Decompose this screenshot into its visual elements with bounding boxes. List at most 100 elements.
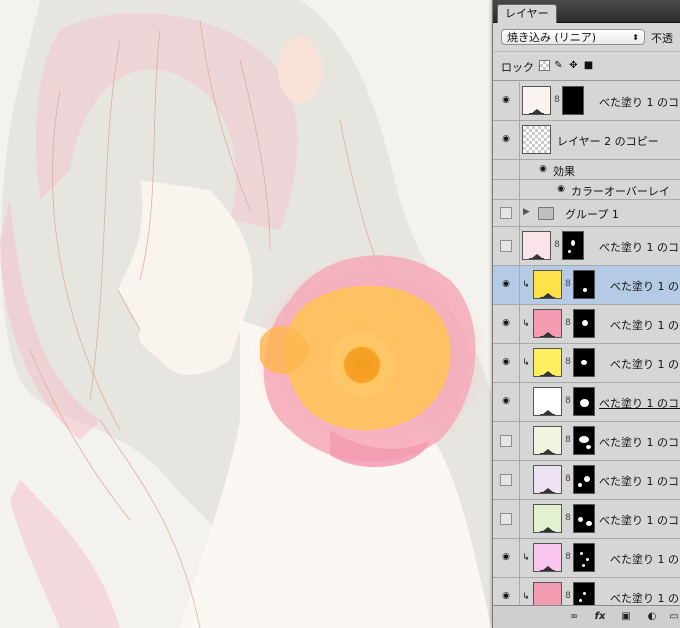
effects-label: 効果 (553, 165, 575, 178)
link-icon[interactable]: 8 (565, 357, 571, 368)
link-icon[interactable]: 8 (565, 435, 571, 446)
layer-row[interactable]: ◉ ↳ 8 べた塗り 1 のコ (493, 344, 680, 383)
visibility-cell[interactable]: ◉ (493, 539, 520, 577)
lock-move-icon[interactable]: ✥ (568, 60, 579, 71)
mask-thumbnail (562, 231, 584, 260)
layer-name: べた塗り 1 のコピ (599, 96, 680, 109)
layer-row[interactable]: ◉ 8 べた塗り 1 のコト (493, 383, 680, 422)
pixel-thumbnail (522, 125, 551, 154)
layer-name: べた塗り 1 のコ (610, 553, 680, 566)
visibility-cell[interactable] (493, 461, 520, 499)
blend-mode-select[interactable]: 焼き込み (リニア) ⬍ (501, 29, 645, 45)
lock-row: ロック : ✎ ✥ ■ (493, 52, 680, 81)
fill-thumbnail (533, 387, 562, 416)
effects-row[interactable]: ◉ 効果 (493, 160, 680, 180)
link-icon[interactable]: 8 (565, 279, 571, 290)
fill-thumbnail (533, 465, 562, 494)
layer-list: ◉ 8 べた塗り 1 のコピ ◉ レイヤー 2 のコピー ◉ 効果 ◉ カラーオ… (493, 82, 680, 617)
visibility-cell[interactable]: ◉ (493, 82, 520, 120)
layer-row[interactable]: 8 べた塗り 1 のコト (493, 500, 680, 539)
visibility-cell[interactable]: ◉ (493, 344, 520, 382)
eye-icon[interactable]: ◉ (500, 358, 512, 367)
clip-arrow-icon: ↳ (522, 319, 530, 329)
mask-thumbnail (573, 309, 595, 338)
clip-arrow-icon: ↳ (522, 358, 530, 368)
link-icon[interactable]: 8 (565, 513, 571, 524)
fill-thumbnail (533, 504, 562, 533)
fill-thumbnail (522, 231, 551, 260)
hidden-box[interactable] (500, 240, 512, 252)
blend-mode-value: 焼き込み (リニア) (507, 31, 597, 44)
mask-thumbnail (573, 348, 595, 377)
new-group-icon[interactable]: ▭ (667, 610, 680, 623)
opacity-label: 不透 (651, 32, 673, 45)
eye-icon[interactable]: ◉ (500, 553, 512, 562)
updown-arrow-icon: ⬍ (632, 33, 639, 42)
tab-layers[interactable]: レイヤー (497, 4, 557, 23)
group-row[interactable]: ▶ グループ 1 (493, 200, 680, 227)
visibility-cell[interactable]: ◉ (493, 305, 520, 343)
layer-name: べた塗り 1 のコ (610, 592, 680, 605)
adjustment-layer-icon[interactable]: ◐ (645, 610, 659, 623)
visibility-cell[interactable] (493, 200, 520, 226)
fill-thumbnail (533, 348, 562, 377)
expand-triangle-icon[interactable]: ▶ (523, 207, 530, 217)
panel-titlebar: レイヤー (493, 0, 680, 23)
add-mask-icon[interactable]: ▣ (619, 610, 633, 623)
visibility-cell[interactable]: ◉ (493, 266, 520, 304)
hidden-box[interactable] (500, 435, 512, 447)
lock-brush-icon[interactable]: ✎ (553, 60, 564, 71)
visibility-cell[interactable] (493, 227, 520, 265)
visibility-cell (493, 160, 520, 179)
layer-name: グループ 1 (565, 208, 619, 221)
clip-arrow-icon: ↳ (522, 592, 530, 602)
layer-name: べた塗り 1 のコト (599, 475, 680, 488)
fill-thumbnail (522, 86, 551, 115)
link-icon[interactable]: 8 (565, 318, 571, 329)
eye-icon[interactable]: ◉ (500, 96, 512, 105)
layer-row[interactable]: ◉ ↳ 8 べた塗り 1 のコ (493, 539, 680, 578)
eye-icon[interactable]: ◉ (500, 319, 512, 328)
mask-thumbnail (573, 504, 595, 533)
fill-thumbnail (533, 309, 562, 338)
effect-name: カラーオーバーレイ (571, 185, 670, 198)
mask-thumbnail (562, 86, 584, 115)
eye-icon[interactable]: ◉ (537, 164, 549, 174)
hidden-box[interactable] (500, 474, 512, 486)
eye-icon[interactable]: ◉ (555, 184, 567, 194)
eye-icon[interactable]: ◉ (500, 397, 512, 406)
folder-icon (538, 207, 554, 220)
visibility-cell[interactable]: ◉ (493, 383, 520, 421)
lock-transparency-icon[interactable] (539, 60, 550, 71)
visibility-cell[interactable]: ◉ (493, 121, 520, 159)
layer-row[interactable]: 8 べた塗り 1 のコト (493, 461, 680, 500)
eye-icon[interactable]: ◉ (500, 592, 512, 601)
link-layers-icon[interactable]: ∞ (567, 610, 581, 623)
layer-name: べた塗り 1 のコ (610, 358, 680, 371)
layer-name: レイヤー 2 のコピー (557, 135, 659, 148)
fx-icon[interactable]: fx (593, 610, 607, 623)
eye-icon[interactable]: ◉ (500, 280, 512, 289)
layers-panel: レイヤー 焼き込み (リニア) ⬍ 不透 ロック : ✎ ✥ ■ ◉ 8 べた塗… (492, 0, 680, 628)
lock-all-icon[interactable]: ■ (583, 60, 594, 71)
visibility-cell[interactable] (493, 500, 520, 538)
layer-row[interactable]: ◉ 8 べた塗り 1 のコピ (493, 82, 680, 121)
hidden-box[interactable] (500, 207, 512, 219)
link-icon[interactable]: 8 (565, 552, 571, 563)
layer-row[interactable]: 8 べた塗り 1 のコピ (493, 227, 680, 266)
hidden-box[interactable] (500, 513, 512, 525)
layer-row[interactable]: ◉ ↳ 8 べた塗り 1 のコ (493, 305, 680, 344)
layer-row[interactable]: 8 べた塗り 1 のコト (493, 422, 680, 461)
link-icon[interactable]: 8 (554, 95, 560, 106)
effect-row[interactable]: ◉ カラーオーバーレイ (493, 180, 680, 200)
layer-row[interactable]: ◉ ↳ 8 べた塗り 1 のコ (493, 266, 680, 305)
link-icon[interactable]: 8 (565, 591, 571, 602)
visibility-cell[interactable] (493, 422, 520, 460)
link-icon[interactable]: 8 (565, 474, 571, 485)
eye-icon[interactable]: ◉ (500, 135, 512, 144)
mask-thumbnail (573, 543, 595, 572)
layer-row[interactable]: ◉ レイヤー 2 のコピー (493, 121, 680, 160)
link-icon[interactable]: 8 (554, 240, 560, 251)
layer-name: べた塗り 1 のコト (599, 514, 680, 527)
link-icon[interactable]: 8 (565, 396, 571, 407)
